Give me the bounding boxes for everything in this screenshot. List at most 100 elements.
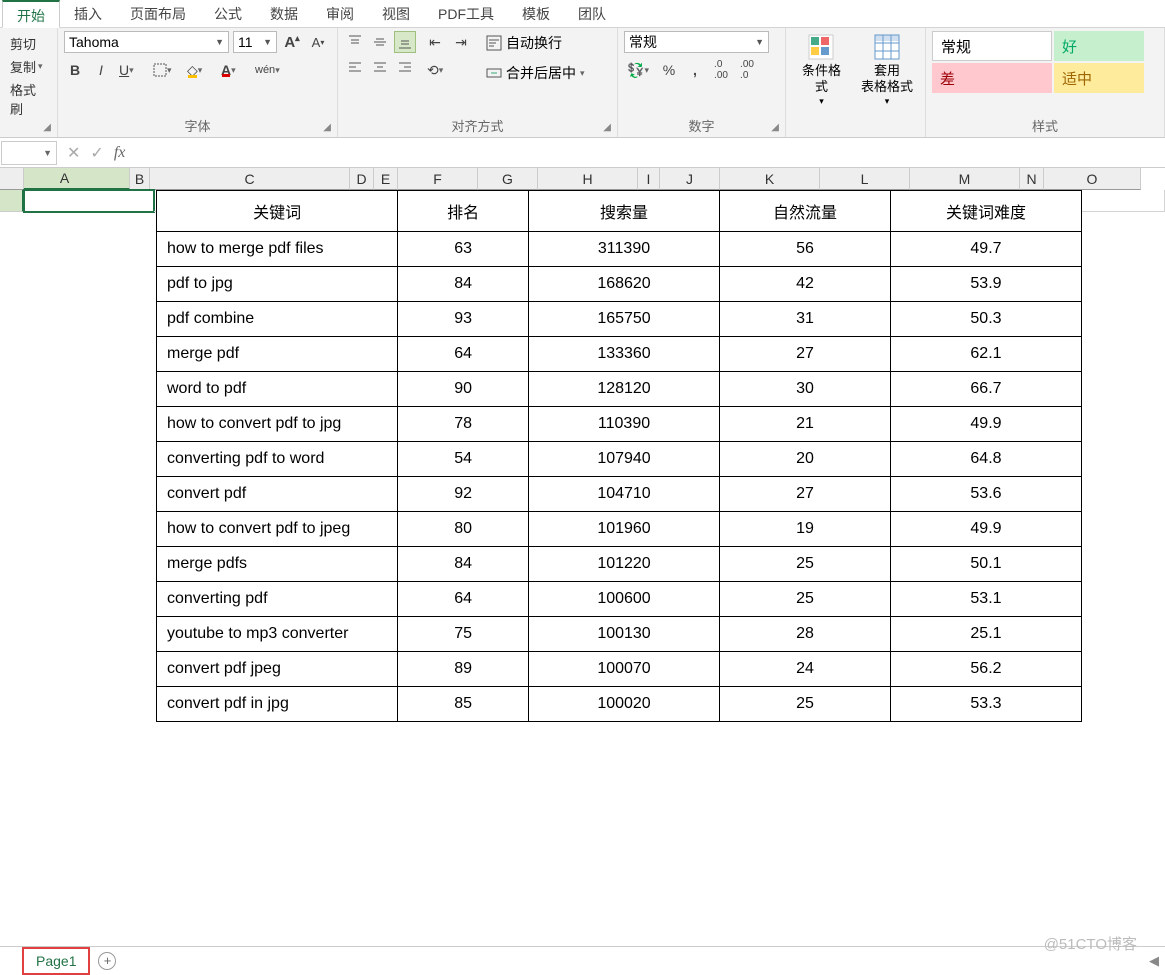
percent-button[interactable]: %	[658, 59, 680, 81]
table-cell[interactable]: 25	[720, 687, 891, 722]
table-cell[interactable]: how to convert pdf to jpg	[157, 407, 398, 442]
increase-indent-button[interactable]: ⇥	[450, 31, 472, 53]
table-cell[interactable]: 66.7	[890, 372, 1081, 407]
table-cell[interactable]: 50.1	[890, 547, 1081, 582]
column-header-M[interactable]: M	[910, 168, 1020, 190]
fill-color-button[interactable]: ◇	[184, 59, 214, 81]
tab-3[interactable]: 公式	[200, 0, 256, 27]
table-cell[interactable]: 168620	[529, 267, 720, 302]
cell[interactable]	[1068, 190, 1165, 212]
increase-font-button[interactable]: A▴	[281, 31, 303, 53]
table-cell[interactable]: 25	[720, 582, 891, 617]
copy-button[interactable]: 复制	[8, 56, 49, 77]
cut-button[interactable]: 剪切	[8, 33, 49, 54]
table-cell[interactable]: 110390	[529, 407, 720, 442]
table-cell[interactable]: 100600	[529, 582, 720, 617]
formula-input[interactable]	[135, 141, 1165, 165]
table-cell[interactable]: 75	[398, 617, 529, 652]
table-cell[interactable]: 100130	[529, 617, 720, 652]
table-cell[interactable]: 84	[398, 267, 529, 302]
table-cell[interactable]: 30	[720, 372, 891, 407]
table-cell[interactable]: 53.9	[890, 267, 1081, 302]
merge-center-button[interactable]: 合并后居中	[482, 61, 589, 85]
table-cell[interactable]: 63	[398, 232, 529, 267]
column-header-L[interactable]: L	[820, 168, 910, 190]
font-dialog-launcher[interactable]: ◢	[323, 122, 331, 133]
increase-decimal-button[interactable]: .0.00	[710, 59, 732, 81]
number-dialog-launcher[interactable]: ◢	[771, 122, 779, 133]
table-cell[interactable]: 107940	[529, 442, 720, 477]
tab-6[interactable]: 视图	[368, 0, 424, 27]
table-cell[interactable]: pdf combine	[157, 302, 398, 337]
table-cell[interactable]: 50.3	[890, 302, 1081, 337]
table-cell[interactable]: pdf to jpg	[157, 267, 398, 302]
table-cell[interactable]: word to pdf	[157, 372, 398, 407]
wrap-text-button[interactable]: 自动换行	[482, 31, 589, 55]
decrease-font-button[interactable]: A▾	[307, 31, 329, 53]
cell[interactable]	[24, 190, 154, 212]
column-header-J[interactable]: J	[660, 168, 720, 190]
align-left-button[interactable]	[344, 56, 366, 78]
table-cell[interactable]: 100020	[529, 687, 720, 722]
tab-8[interactable]: 模板	[508, 0, 564, 27]
tab-4[interactable]: 数据	[256, 0, 312, 27]
table-cell[interactable]: 84	[398, 547, 529, 582]
table-cell[interactable]: merge pdf	[157, 337, 398, 372]
table-cell[interactable]: 89	[398, 652, 529, 687]
borders-button[interactable]	[150, 59, 180, 81]
align-center-button[interactable]	[369, 56, 391, 78]
table-cell[interactable]: convert pdf in jpg	[157, 687, 398, 722]
tab-1[interactable]: 插入	[60, 0, 116, 27]
select-all-corner[interactable]	[0, 168, 24, 190]
column-header-E[interactable]: E	[374, 168, 398, 190]
accounting-format-button[interactable]: 💱	[624, 59, 654, 81]
conditional-format-button[interactable]: 条件格式▾	[792, 31, 851, 109]
table-cell[interactable]: 64	[398, 582, 529, 617]
column-header-C[interactable]: C	[150, 168, 350, 190]
name-box[interactable]: ▼	[1, 141, 57, 165]
alignment-dialog-launcher[interactable]: ◢	[603, 122, 611, 133]
table-cell[interactable]: 311390	[529, 232, 720, 267]
table-cell[interactable]: 165750	[529, 302, 720, 337]
table-cell[interactable]: 54	[398, 442, 529, 477]
spreadsheet-grid[interactable]: ABCDEFGHIJKLMNO 关键词排名搜索量自然流量关键词难度 how to…	[0, 168, 1165, 946]
tab-7[interactable]: PDF工具	[424, 0, 508, 27]
underline-button[interactable]: U	[116, 59, 146, 81]
font-name-combo[interactable]: ▼	[64, 31, 229, 53]
table-cell[interactable]: 20	[720, 442, 891, 477]
table-cell[interactable]: 49.9	[890, 407, 1081, 442]
phonetic-button[interactable]: wén	[252, 59, 282, 81]
table-cell[interactable]: 64.8	[890, 442, 1081, 477]
table-cell[interactable]: 104710	[529, 477, 720, 512]
table-cell[interactable]: 100070	[529, 652, 720, 687]
table-cell[interactable]: 133360	[529, 337, 720, 372]
align-top-button[interactable]	[344, 31, 366, 53]
column-header-N[interactable]: N	[1020, 168, 1044, 190]
sheet-tab-page1[interactable]: Page1	[22, 947, 90, 975]
column-header-O[interactable]: O	[1044, 168, 1141, 190]
style-normal[interactable]: 常规	[932, 31, 1052, 61]
style-neutral[interactable]: 适中	[1054, 63, 1144, 93]
align-middle-button[interactable]	[369, 31, 391, 53]
style-good[interactable]: 好	[1054, 31, 1144, 61]
orientation-button[interactable]: ⟲	[424, 59, 454, 81]
table-cell[interactable]: converting pdf to word	[157, 442, 398, 477]
row-header-1[interactable]	[0, 190, 24, 212]
add-sheet-button[interactable]: +	[98, 952, 116, 970]
table-cell[interactable]: 101960	[529, 512, 720, 547]
table-cell[interactable]: youtube to mp3 converter	[157, 617, 398, 652]
table-cell[interactable]: how to merge pdf files	[157, 232, 398, 267]
column-header-B[interactable]: B	[130, 168, 150, 190]
tab-2[interactable]: 页面布局	[116, 0, 200, 27]
table-cell[interactable]: 128120	[529, 372, 720, 407]
table-cell[interactable]: how to convert pdf to jpeg	[157, 512, 398, 547]
align-bottom-button[interactable]	[394, 31, 416, 53]
table-cell[interactable]: convert pdf	[157, 477, 398, 512]
table-cell[interactable]: 85	[398, 687, 529, 722]
column-header-H[interactable]: H	[538, 168, 638, 190]
table-cell[interactable]: 24	[720, 652, 891, 687]
table-cell[interactable]: 93	[398, 302, 529, 337]
table-cell[interactable]: merge pdfs	[157, 547, 398, 582]
number-format-combo[interactable]: ▼	[624, 31, 769, 53]
table-cell[interactable]: converting pdf	[157, 582, 398, 617]
